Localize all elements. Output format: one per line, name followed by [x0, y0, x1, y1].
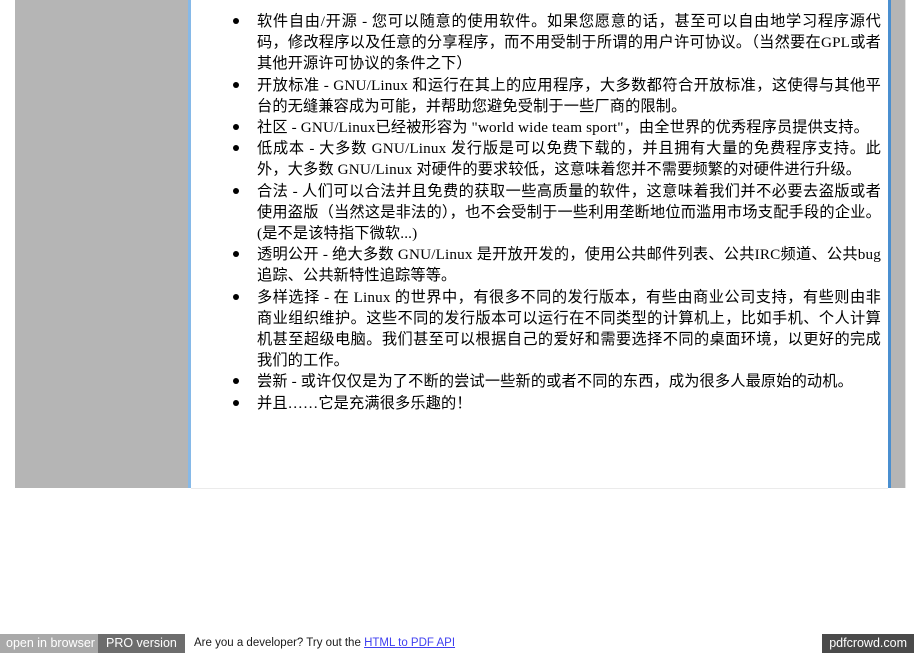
bullet-dot-icon	[233, 251, 239, 258]
list-item-text: 多样选择 - 在 Linux 的世界中，有很多不同的发行版本，有些由商业公司支持…	[257, 288, 881, 370]
bullet-dot-icon	[233, 18, 239, 24]
list-item-text: 透明公开 - 绝大多数 GNU/Linux 是开放开发的，使用公共邮件列表、公共…	[257, 246, 881, 285]
pro-version-button[interactable]: PRO version	[98, 634, 185, 653]
bullet-dot-icon	[233, 81, 239, 88]
pdfcrowd-promo-bar: open in browser PRO version Are you a de…	[0, 634, 920, 653]
list-item-text: 社区 - GNU/Linux已经被形容为 "world wide team sp…	[257, 119, 869, 137]
bullet-dot-icon	[233, 399, 239, 406]
bullet-dot-icon	[233, 124, 239, 131]
list-item-text: 尝新 - 或许仅仅是为了不断的尝试一些新的或者不同的东西，成为很多人最原始的动机…	[257, 373, 853, 391]
list-item-text: 并且……它是充满很多乐趣的！	[257, 394, 472, 412]
list-item: 软件自由/开源 - 您可以随意的使用软件。如果您愿意的话，甚至可以自由地学习程序…	[231, 11, 881, 75]
pdf-page-viewer: 软件自由/开源 - 您可以随意的使用软件。如果您愿意的话，甚至可以自由地学习程序…	[0, 0, 920, 490]
bullet-dot-icon	[233, 378, 239, 385]
html-to-pdf-api-link[interactable]: HTML to PDF API	[364, 637, 455, 649]
developer-promo-label: Are you a developer? Try out the	[194, 637, 361, 649]
list-item: 尝新 - 或许仅仅是为了不断的尝试一些新的或者不同的东西，成为很多人最原始的动机…	[231, 371, 881, 392]
list-item: 合法 - 人们可以合法并且免费的获取一些高质量的软件，这意味着我们并不必要去盗版…	[231, 181, 881, 245]
bullet-dot-icon	[233, 187, 239, 194]
bullet-dot-icon	[233, 293, 239, 300]
developer-promo-text: Are you a developer? Try out the HTML to…	[194, 634, 455, 653]
open-in-browser-button[interactable]: open in browser	[0, 634, 102, 653]
list-item-text: 低成本 - 大多数 GNU/Linux 发行版是可以免费下载的，并且拥有大量的免…	[257, 140, 881, 179]
list-item: 并且……它是充满很多乐趣的！	[231, 393, 881, 414]
list-item: 多样选择 - 在 Linux 的世界中，有很多不同的发行版本，有些由商业公司支持…	[231, 287, 881, 372]
list-item: 低成本 - 大多数 GNU/Linux 发行版是可以免费下载的，并且拥有大量的免…	[231, 138, 881, 180]
list-item-text: 软件自由/开源 - 您可以随意的使用软件。如果您愿意的话，甚至可以自由地学习程序…	[257, 13, 881, 73]
pdfcrowd-watermark: pdfcrowd.com	[822, 634, 914, 653]
left-margin-panel	[15, 0, 189, 488]
page-sheet: 软件自由/开源 - 您可以随意的使用软件。如果您愿意的话，甚至可以自由地学习程序…	[191, 0, 888, 489]
list-item: 开放标准 - GNU/Linux 和运行在其上的应用程序，大多数都符合开放标准，…	[231, 75, 881, 117]
list-item: 透明公开 - 绝大多数 GNU/Linux 是开放开发的，使用公共邮件列表、公共…	[231, 244, 881, 286]
list-item-text: 开放标准 - GNU/Linux 和运行在其上的应用程序，大多数都符合开放标准，…	[257, 76, 881, 115]
list-item: 社区 - GNU/Linux已经被形容为 "world wide team sp…	[231, 117, 881, 138]
right-margin-panel	[891, 0, 906, 488]
list-item-text: 合法 - 人们可以合法并且免费的获取一些高质量的软件，这意味着我们并不必要去盗版…	[257, 182, 881, 243]
bullet-dot-icon	[233, 145, 239, 152]
advantages-bullet-list: 软件自由/开源 - 您可以随意的使用软件。如果您愿意的话，甚至可以自由地学习程序…	[231, 11, 881, 414]
